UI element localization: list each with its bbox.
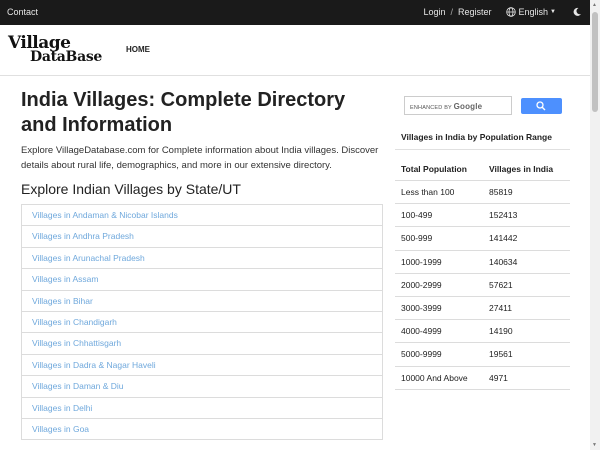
village-count-cell: 14190 [483, 319, 570, 344]
search-placeholder-prefix: ENHANCED BY [410, 105, 452, 111]
logo-text-database: DataBase [30, 49, 103, 65]
state-link[interactable]: Villages in Assam [22, 269, 382, 291]
village-count-cell: 141442 [483, 226, 570, 251]
population-range-cell: 4000-4999 [395, 319, 483, 344]
table-row: 10000 And Above 4971 [395, 366, 570, 390]
population-range-cell: 500-999 [395, 226, 483, 251]
population-range-cell: 100-499 [395, 203, 483, 228]
village-count-cell: 27411 [483, 296, 570, 321]
divider [395, 149, 570, 150]
search-input[interactable]: ENHANCED BY Google [404, 96, 512, 115]
table-header-row: Total Population Villages in India [395, 158, 570, 181]
table-row: 1000-1999 140634 [395, 250, 570, 274]
top-bar: Contact Login / Register English ▼ [0, 0, 590, 25]
population-range-table: Total Population Villages in India Less … [395, 158, 570, 390]
population-range-cell: Less than 100 [395, 180, 483, 205]
globe-icon[interactable] [505, 7, 516, 17]
population-range-cell: 5000-9999 [395, 342, 483, 367]
village-count-cell: 57621 [483, 273, 570, 297]
state-link[interactable]: Villages in Delhi [22, 398, 382, 419]
main-navbar: Village DataBase HOME [0, 25, 590, 76]
table-row: 2000-2999 57621 [395, 273, 570, 297]
top-bar-right: Login / Register English ▼ [423, 7, 582, 17]
state-link[interactable]: Villages in Andhra Pradesh [22, 226, 382, 248]
states-section-heading: Explore Indian Villages by State/UT [21, 181, 241, 197]
page-scrollbar[interactable]: ▲ ▼ [590, 0, 600, 450]
state-link[interactable]: Villages in Arunachal Pradesh [22, 248, 382, 270]
population-range-cell: 10000 And Above [395, 366, 483, 390]
village-count-cell: 4971 [483, 366, 570, 390]
login-link[interactable]: Login [423, 7, 445, 17]
moon-icon[interactable] [572, 7, 582, 17]
search-icon [536, 101, 546, 111]
login-register-separator: / [450, 7, 453, 17]
column-header: Total Population [395, 158, 483, 181]
scrollbar-thumb[interactable] [592, 12, 598, 112]
population-range-cell: 1000-1999 [395, 250, 483, 274]
scroll-up-icon[interactable]: ▲ [592, 2, 597, 8]
table-row: 500-999 141442 [395, 226, 570, 251]
population-range-heading: Villages in India by Population Range [401, 132, 552, 142]
register-link[interactable]: Register [458, 7, 492, 17]
state-link[interactable]: Villages in Chhattisgarh [22, 333, 382, 355]
village-count-cell: 19561 [483, 342, 570, 367]
state-link[interactable]: Villages in Bihar [22, 291, 382, 312]
page-title: India Villages: Complete Directory and I… [21, 89, 346, 136]
state-link[interactable]: Villages in Chandigarh [22, 312, 382, 334]
table-row: 100-499 152413 [395, 203, 570, 228]
table-row: Less than 100 85819 [395, 180, 570, 205]
contact-link[interactable]: Contact [7, 7, 38, 17]
table-row: 3000-3999 27411 [395, 296, 570, 321]
village-count-cell: 85819 [483, 180, 570, 205]
population-range-cell: 2000-2999 [395, 273, 483, 297]
intro-paragraph: Explore VillageDatabase.com for Complete… [21, 145, 379, 171]
scroll-down-icon[interactable]: ▼ [592, 442, 597, 448]
state-list: Villages in Andaman & Nicobar Islands Vi… [21, 204, 383, 441]
village-count-cell: 140634 [483, 250, 570, 274]
table-row: 4000-4999 14190 [395, 319, 570, 344]
village-count-cell: 152413 [483, 203, 570, 228]
language-selector[interactable]: English [519, 7, 549, 17]
state-link[interactable]: Villages in Daman & Diu [22, 376, 382, 398]
nav-home-link[interactable]: HOME [126, 45, 150, 54]
population-range-cell: 3000-3999 [395, 296, 483, 321]
state-link[interactable]: Villages in Dadra & Nagar Haveli [22, 355, 382, 377]
state-link[interactable]: Villages in Andaman & Nicobar Islands [22, 205, 382, 227]
search-button[interactable] [521, 98, 562, 114]
caret-down-icon[interactable]: ▼ [550, 9, 556, 15]
site-logo[interactable]: Village DataBase [8, 33, 108, 69]
search-placeholder-brand: Google [453, 102, 483, 111]
search-placeholder: ENHANCED BY Google [410, 102, 482, 111]
state-link[interactable]: Villages in Goa [22, 419, 382, 441]
table-row: 5000-9999 19561 [395, 342, 570, 367]
column-header: Villages in India [483, 158, 570, 181]
